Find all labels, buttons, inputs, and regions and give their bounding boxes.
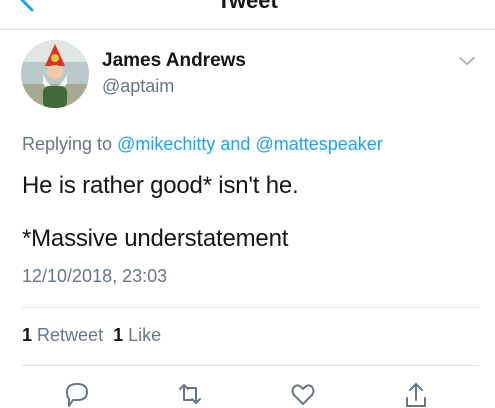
like-count: 1 [113,325,124,345]
retweet-count: 1 [22,325,33,345]
mention-link[interactable]: @mattespeaker [255,134,382,154]
replying-to: Replying to @mikechitty and @mattespeake… [22,134,383,155]
share-icon[interactable] [402,380,430,408]
garden-gnome-avatar-icon [21,40,89,108]
tweet-text-line: He is rather good* isn't he. [22,172,299,199]
like-label: Like [128,325,162,345]
mention-conjunction[interactable]: and [220,134,250,154]
mention-link[interactable]: @mikechitty [117,134,215,154]
retweets-stat[interactable]: 1 Retweet [22,325,103,345]
divider [22,365,479,366]
navigation-bar: Tweet [0,0,495,30]
retweet-icon[interactable] [176,380,204,408]
heart-icon[interactable] [289,380,317,408]
chevron-down-icon[interactable] [457,54,477,68]
author-name[interactable]: James Andrews [102,50,246,72]
engagement-stats: 1 Retweet 1 Like [22,325,161,346]
author-handle[interactable]: @aptaim [102,76,174,97]
tweet-text-line: *Massive understatement [22,225,289,252]
reply-icon[interactable] [63,380,91,408]
page-title: Tweet [217,0,278,13]
likes-stat[interactable]: 1 Like [113,325,161,345]
replying-prefix: Replying to [22,134,113,154]
avatar[interactable] [21,40,89,108]
retweet-label: Retweet [37,325,104,345]
tweet-timestamp: 12/10/2018, 23:03 [22,266,168,286]
divider [22,307,479,308]
